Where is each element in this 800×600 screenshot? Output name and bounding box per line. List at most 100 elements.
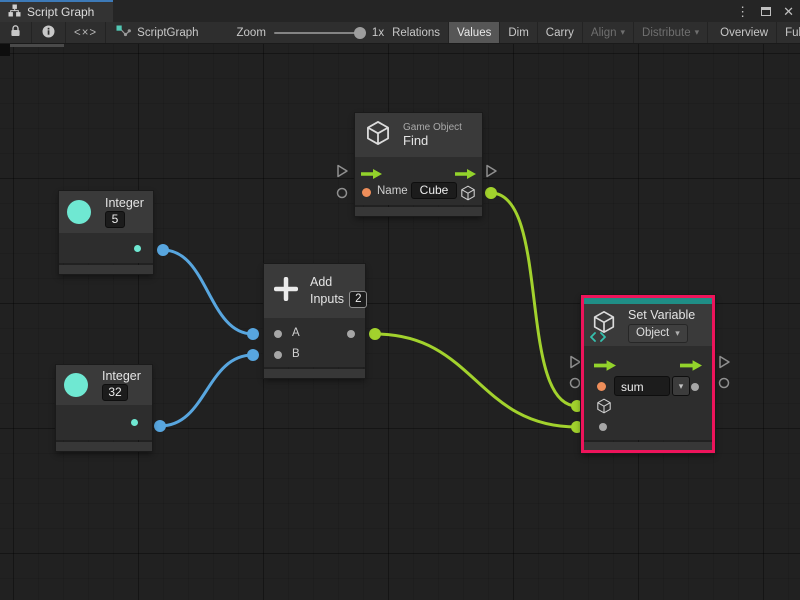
chevron-down-icon: ▾ bbox=[675, 329, 680, 338]
port-find-control-in[interactable] bbox=[338, 166, 347, 177]
add-input-b-port[interactable] bbox=[274, 351, 282, 359]
node-add[interactable]: Add Inputs 2 A B bbox=[264, 264, 365, 378]
script-graph-window: Script Graph ⋮ ✕ bbox=[0, 0, 800, 600]
port-add-input-b-ext[interactable] bbox=[247, 349, 259, 361]
node-body: A B bbox=[264, 318, 365, 367]
variable-name-field[interactable]: sum bbox=[614, 376, 670, 396]
node-footer bbox=[264, 369, 365, 378]
add-output-port[interactable] bbox=[347, 330, 355, 338]
zoom-slider-handle[interactable] bbox=[354, 27, 366, 39]
tab-title: Script Graph bbox=[27, 5, 94, 19]
align-button[interactable]: Align ▾ bbox=[583, 22, 634, 43]
dim-button[interactable]: Dim bbox=[500, 22, 537, 43]
control-out-arrow-icon[interactable] bbox=[455, 166, 476, 184]
integer-value-field[interactable]: 32 bbox=[102, 384, 128, 401]
node-header: Integer 5 bbox=[59, 191, 153, 233]
node-footer bbox=[59, 265, 153, 274]
add-input-a-label: A bbox=[292, 327, 300, 339]
more-icon[interactable]: ⋮ bbox=[736, 5, 749, 18]
zoom-slider[interactable] bbox=[274, 32, 364, 34]
script-graph-icon bbox=[116, 25, 131, 41]
node-set-variable[interactable]: Set Variable Object ▾ sum bbox=[581, 295, 715, 453]
lock-button[interactable] bbox=[0, 22, 32, 43]
inputs-label: Inputs bbox=[310, 292, 344, 306]
gameobject-output-port-icon[interactable] bbox=[460, 185, 476, 206]
overview-button[interactable]: Overview bbox=[712, 22, 777, 43]
zoom-label: Zoom bbox=[237, 27, 266, 39]
port-find-control-out[interactable] bbox=[487, 166, 496, 177]
graph-breadcrumb: ScriptGraph bbox=[106, 22, 208, 43]
wire-integer5-to-add-a[interactable] bbox=[163, 250, 253, 334]
set-variable-icon bbox=[592, 310, 618, 340]
control-out-arrow-icon[interactable] bbox=[680, 358, 702, 376]
cube-icon bbox=[365, 120, 391, 151]
graph-tree-icon bbox=[8, 4, 21, 20]
node-body: sum ▾ bbox=[584, 346, 712, 440]
values-button[interactable]: Values bbox=[449, 22, 500, 43]
carry-button[interactable]: Carry bbox=[538, 22, 583, 43]
integer-type-icon bbox=[64, 373, 88, 397]
node-body bbox=[56, 405, 152, 440]
port-add-output-ext[interactable] bbox=[369, 328, 381, 340]
node-body: Name Cube bbox=[355, 157, 482, 205]
find-name-input-port[interactable] bbox=[362, 188, 371, 197]
port-setvar-control-out[interactable] bbox=[720, 357, 729, 368]
chevron-down-icon: ▾ bbox=[621, 28, 626, 37]
port-integer32-output[interactable] bbox=[154, 420, 166, 432]
port-setvar-name-in[interactable] bbox=[571, 379, 580, 388]
integer-type-icon bbox=[67, 200, 91, 224]
code-view-button[interactable]: <×> bbox=[66, 22, 106, 43]
node-title: Integer bbox=[105, 196, 144, 210]
tab-script-graph[interactable]: Script Graph bbox=[0, 0, 113, 22]
node-footer bbox=[355, 207, 482, 216]
graph-canvas[interactable]: Integer 5 Integer 32 bbox=[0, 44, 800, 600]
fullscreen-button[interactable]: Full Screen bbox=[777, 22, 800, 43]
node-title: Add bbox=[310, 275, 367, 289]
node-title: Integer bbox=[102, 369, 141, 383]
node-integer-32[interactable]: Integer 32 bbox=[56, 365, 152, 451]
variable-name-control: sum ▾ bbox=[614, 376, 690, 396]
wire-integer32-to-add-b[interactable] bbox=[160, 355, 253, 426]
wire-add-to-setvariable-value[interactable] bbox=[375, 334, 577, 427]
node-title: Set Variable bbox=[628, 308, 695, 322]
node-header: Set Variable Object ▾ bbox=[584, 304, 712, 346]
integer-output-port[interactable] bbox=[134, 245, 141, 252]
close-icon[interactable]: ✕ bbox=[783, 5, 794, 18]
info-icon bbox=[42, 25, 55, 41]
inspect-button[interactable] bbox=[32, 22, 66, 43]
variable-picker-button[interactable]: ▾ bbox=[672, 376, 690, 396]
variable-name-input-port[interactable] bbox=[597, 382, 606, 391]
control-in-arrow-icon[interactable] bbox=[594, 358, 616, 376]
port-integer5-output[interactable] bbox=[157, 244, 169, 256]
setvar-value-output-port[interactable] bbox=[691, 383, 699, 391]
node-integer-5[interactable]: Integer 5 bbox=[59, 191, 153, 274]
lock-icon bbox=[10, 25, 21, 40]
setvar-object-input-port-icon[interactable] bbox=[596, 398, 612, 419]
window-controls: ⋮ ✕ bbox=[736, 0, 794, 22]
port-find-output-ext[interactable] bbox=[485, 187, 497, 199]
port-find-value-in[interactable] bbox=[338, 189, 347, 198]
integer-value-field[interactable]: 5 bbox=[105, 211, 125, 228]
relations-button[interactable]: Relations bbox=[384, 22, 449, 43]
node-game-object-find[interactable]: Game Object Find Name Cube bbox=[355, 113, 482, 216]
find-name-value-field[interactable]: Cube bbox=[411, 182, 457, 199]
node-title: Find bbox=[403, 133, 462, 148]
tab-bar: Script Graph ⋮ ✕ bbox=[0, 0, 800, 22]
port-add-input-a-ext[interactable] bbox=[247, 328, 259, 340]
setvar-value-input-port[interactable] bbox=[599, 423, 607, 431]
distribute-button[interactable]: Distribute ▾ bbox=[634, 22, 708, 43]
wire-find-to-setvariable-object[interactable] bbox=[491, 193, 577, 406]
graph-toolbar: <×> ScriptGraph Zoom 1x Relations bbox=[0, 22, 800, 44]
add-input-a-port[interactable] bbox=[274, 330, 282, 338]
control-in-arrow-icon[interactable] bbox=[361, 166, 382, 184]
variable-kind-dropdown[interactable]: Object ▾ bbox=[628, 324, 688, 343]
add-input-b-label: B bbox=[292, 348, 300, 360]
node-header: Integer 32 bbox=[56, 365, 152, 405]
integer-output-port[interactable] bbox=[131, 419, 138, 426]
maximize-icon[interactable] bbox=[761, 7, 771, 16]
inputs-count-field[interactable]: 2 bbox=[349, 291, 367, 308]
find-name-label: Name bbox=[377, 185, 408, 197]
node-header: Game Object Find bbox=[355, 113, 482, 157]
port-setvar-control-in[interactable] bbox=[571, 357, 580, 368]
port-setvar-value-out-ext[interactable] bbox=[720, 379, 729, 388]
